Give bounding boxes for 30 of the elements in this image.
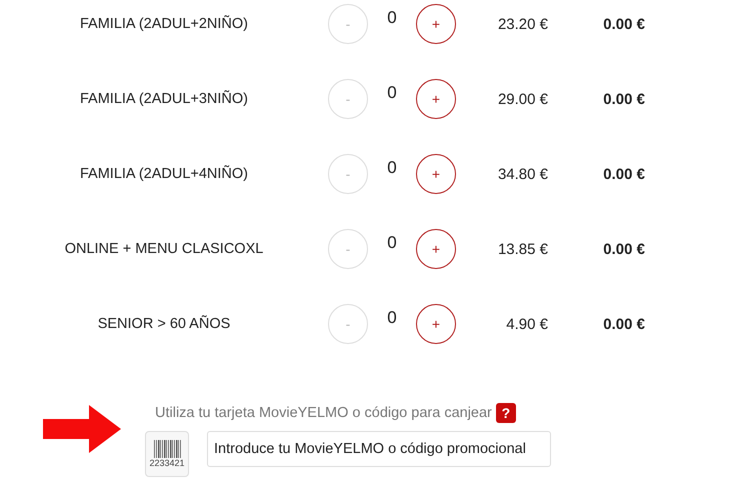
ticket-count: 0 <box>386 83 398 103</box>
ticket-name: SENIOR > 60 AÑOS <box>96 316 232 332</box>
ticket-total: 0.00 € <box>602 166 645 182</box>
card-icon: 2233421 <box>145 431 189 477</box>
ticket-count: 0 <box>386 158 398 178</box>
ticket-count: 0 <box>386 8 398 28</box>
ticket-price: 29.00 € <box>496 90 548 108</box>
ticket-total: 0.00 € <box>602 90 645 108</box>
increase-button[interactable]: + <box>416 304 456 344</box>
increase-button[interactable]: + <box>416 4 456 44</box>
promo-hint: Utiliza tu tarjeta MovieYELMO o código para canjear <box>155 405 492 421</box>
ticket-name: FAMILIA (2ADUL+3NIÑO) <box>78 91 249 107</box>
increase-button[interactable]: + <box>416 229 456 269</box>
ticket-price: 34.80 € <box>496 166 548 182</box>
ticket-count: 0 <box>386 233 398 253</box>
ticket-price: 4.90 € <box>505 316 548 332</box>
increase-button[interactable]: + <box>416 154 456 194</box>
ticket-price: 23.20 € <box>496 16 548 32</box>
ticket-total: 0.00 € <box>602 16 645 32</box>
ticket-price: 13.85 € <box>496 240 548 258</box>
ticket-name: FAMILIA (2ADUL+2NIÑO) <box>78 16 249 32</box>
ticket-total: 0.00 € <box>602 316 645 332</box>
arrow-icon <box>43 405 121 453</box>
ticket-name: FAMILIA (2ADUL+4NIÑO) <box>78 166 249 182</box>
help-button[interactable]: ? <box>496 403 516 423</box>
ticket-count: 0 <box>386 308 398 328</box>
ticket-name: ONLINE + MENU CLASICOXL <box>64 241 264 257</box>
promo-code-field[interactable]: Introduce tu MovieYELMO o código promocional <box>207 431 551 467</box>
increase-button[interactable]: + <box>416 79 456 119</box>
ticket-total: 0.00 € <box>602 240 645 258</box>
